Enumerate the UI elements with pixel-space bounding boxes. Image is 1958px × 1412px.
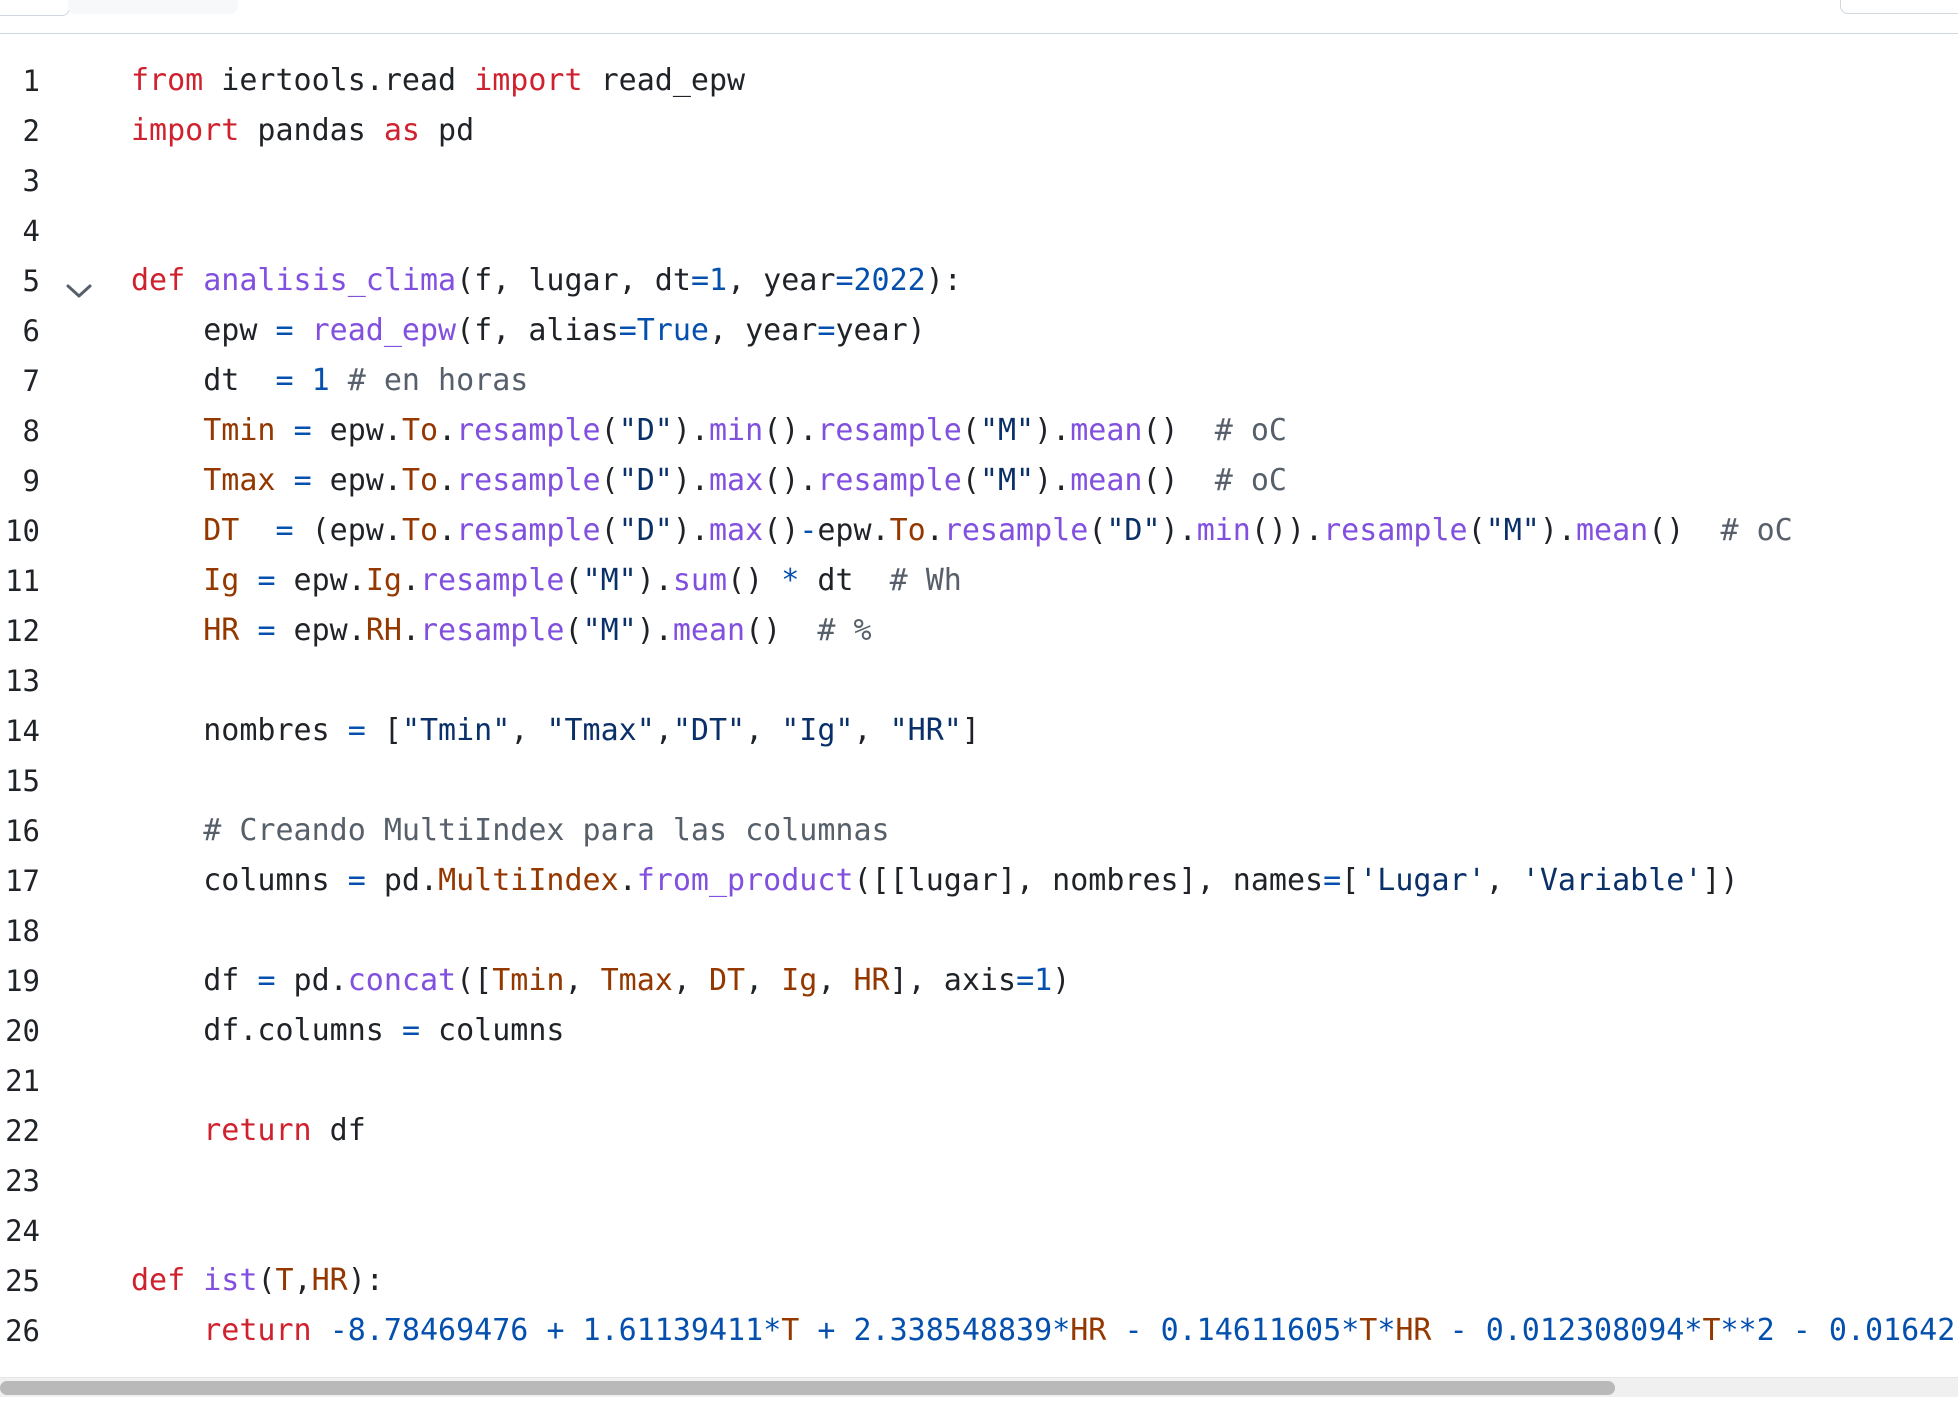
code-line[interactable]: 15 — [0, 756, 1958, 806]
tab-button[interactable] — [0, 0, 70, 16]
code-line[interactable]: 22 return df — [0, 1106, 1958, 1156]
line-code: return -8.78469476 + 1.61139411*T + 2.33… — [203, 1313, 1956, 1348]
line-number: 18 — [5, 914, 40, 948]
code-line[interactable]: 10 DT = (epw.To.resample("D").max()-epw.… — [0, 506, 1958, 556]
code-line[interactable]: 9 Tmax = epw.To.resample("D").max().resa… — [0, 456, 1958, 506]
line-number: 24 — [5, 1214, 40, 1248]
line-number: 1 — [22, 64, 40, 98]
code-line[interactable]: 2 import pandas as pd — [0, 106, 1958, 156]
code-line[interactable]: 8 Tmin = epw.To.resample("D").min().resa… — [0, 406, 1958, 456]
line-code: nombres = ["Tmin", "Tmax","DT", "Ig", "H… — [131, 713, 980, 748]
line-number: 5 — [22, 264, 40, 298]
code-line[interactable]: 14 nombres = ["Tmin", "Tmax","DT", "Ig",… — [0, 706, 1958, 756]
line-number: 22 — [5, 1114, 40, 1148]
code-line[interactable]: 23 — [0, 1156, 1958, 1206]
line-code: df = pd.concat([Tmin, Tmax, DT, Ig, HR],… — [131, 963, 1071, 998]
code-line[interactable]: 6 epw = read_epw(f, alias=True, year=yea… — [0, 306, 1958, 356]
line-number: 2 — [22, 114, 40, 148]
code-line[interactable]: 26 return -8.78469476 + 1.61139411*T + 2… — [0, 1306, 1958, 1356]
code-line[interactable]: 17 columns = pd.MultiIndex.from_product(… — [0, 856, 1958, 906]
line-number: 12 — [5, 614, 40, 648]
line-number: 8 — [22, 414, 40, 448]
line-code: return df — [203, 1113, 366, 1148]
line-code: import pandas as pd — [131, 113, 475, 148]
code-line[interactable]: 13 — [0, 656, 1958, 706]
code-line[interactable]: 20 df.columns = columns — [0, 1006, 1958, 1056]
code-line[interactable]: 5 def analisis_clima(f, lugar, dt=1, year… — [0, 256, 1958, 306]
line-number: 11 — [5, 564, 40, 598]
line-number: 7 — [22, 364, 40, 398]
chevron-down-icon[interactable] — [64, 271, 94, 298]
line-number: 17 — [5, 864, 40, 898]
line-number: 3 — [22, 164, 40, 198]
line-number: 25 — [5, 1264, 40, 1298]
line-number: 21 — [5, 1064, 40, 1098]
line-code: def ist(T,HR): — [131, 1263, 384, 1298]
line-code: Ig = epw.Ig.resample("M").sum() * dt # W… — [203, 563, 962, 598]
code-line[interactable]: 11 Ig = epw.Ig.resample("M").sum() * dt … — [0, 556, 1958, 606]
line-number: 9 — [22, 464, 40, 498]
line-number: 13 — [5, 664, 40, 698]
code-line[interactable]: 1 from iertools.read import read_epw — [0, 56, 1958, 106]
line-code: df.columns = columns — [131, 1013, 565, 1048]
code-line[interactable]: 24 — [0, 1206, 1958, 1256]
line-number: 16 — [5, 814, 40, 848]
line-code: Tmin = epw.To.resample("D").min().resamp… — [203, 413, 1287, 448]
line-code: DT = (epw.To.resample("D").max()-epw.To.… — [203, 513, 1793, 548]
code-line[interactable]: 18 — [0, 906, 1958, 956]
toolbar-button[interactable] — [1840, 0, 1958, 14]
line-number: 10 — [5, 514, 40, 548]
line-code: dt = 1 # en horas — [131, 363, 529, 398]
line-number: 20 — [5, 1014, 40, 1048]
code-line[interactable]: 7 dt = 1 # en horas — [0, 356, 1958, 406]
bottom-band — [0, 1397, 1958, 1412]
code-editor[interactable]: 1 from iertools.read import read_epw 2 impo… — [0, 56, 1958, 1366]
line-number: 4 — [22, 214, 40, 248]
horizontal-scrollbar[interactable] — [0, 1377, 1958, 1398]
line-code: def analisis_clima(f, lugar, dt=1, year=… — [131, 263, 962, 298]
code-line[interactable]: 25 def ist(T,HR): — [0, 1256, 1958, 1306]
line-number: 26 — [5, 1314, 40, 1348]
code-line[interactable]: 12 HR = epw.RH.resample("M").mean() # % — [0, 606, 1958, 656]
code-line[interactable]: 3 — [0, 156, 1958, 206]
code-line[interactable]: 16 # Creando MultiIndex para las columna… — [0, 806, 1958, 856]
code-line[interactable]: 4 — [0, 206, 1958, 256]
horizontal-scrollbar-thumb[interactable] — [0, 1381, 1615, 1395]
line-code: epw = read_epw(f, alias=True, year=year) — [131, 313, 926, 348]
line-number: 6 — [22, 314, 40, 348]
top-toolbar — [0, 0, 1958, 34]
code-line[interactable]: 19 df = pd.concat([Tmin, Tmax, DT, Ig, H… — [0, 956, 1958, 1006]
code-line[interactable]: 21 — [0, 1056, 1958, 1106]
line-code: # Creando MultiIndex para las columnas — [203, 813, 890, 848]
line-number: 15 — [5, 764, 40, 798]
line-code: columns = pd.MultiIndex.from_product([[l… — [131, 863, 1739, 898]
line-number: 19 — [5, 964, 40, 998]
tab-strip — [68, 0, 238, 14]
line-code: HR = epw.RH.resample("M").mean() # % — [203, 613, 872, 648]
line-number: 23 — [5, 1164, 40, 1198]
line-code: Tmax = epw.To.resample("D").max().resamp… — [203, 463, 1287, 498]
line-code: from iertools.read import read_epw — [131, 63, 746, 98]
line-number: 14 — [5, 714, 40, 748]
